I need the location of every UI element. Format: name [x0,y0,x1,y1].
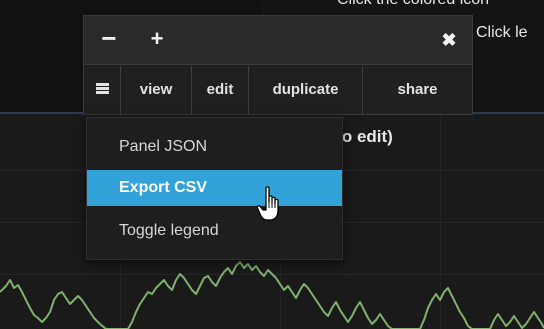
panel-menu-top-row: − + ✖ [84,16,472,65]
hand-pointer-cursor [256,186,279,221]
duplicate-button[interactable]: duplicate [249,66,363,114]
share-button[interactable]: share [363,66,472,114]
menu-item-toggle-legend[interactable]: Toggle legend [87,213,342,249]
close-icon[interactable]: ✖ [438,28,460,52]
plus-icon[interactable]: + [146,27,168,51]
menu-item-export-csv[interactable]: Export CSV [87,170,342,206]
panel-dropdown-menu: Panel JSON Export CSV Toggle legend [86,117,343,260]
panel-menu-actions: view edit duplicate share [84,66,472,114]
edit-button[interactable]: edit [192,66,249,114]
panel-menu: − + ✖ view edit duplicate share [83,15,473,115]
view-button[interactable]: view [121,66,192,114]
list-menu-button[interactable] [84,66,121,114]
list-icon [96,83,109,94]
menu-item-panel-json[interactable]: Panel JSON [87,129,342,165]
minus-icon[interactable]: − [98,25,120,51]
